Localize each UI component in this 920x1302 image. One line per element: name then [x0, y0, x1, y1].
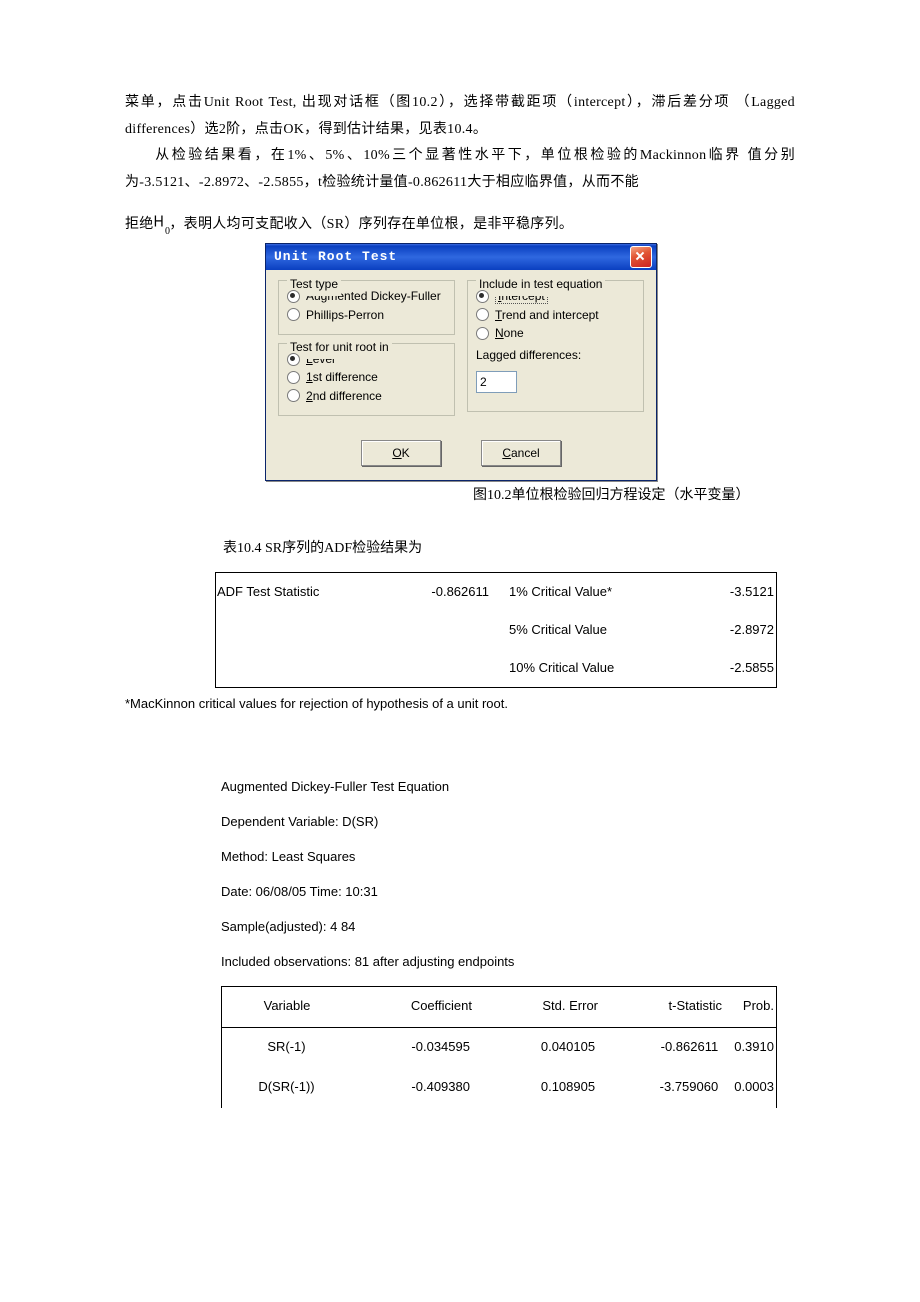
radio-icon	[287, 353, 300, 366]
mackinnon-note: *MacKinnon critical values for rejection…	[125, 692, 795, 717]
adf-stat-value: -0.862611	[377, 580, 509, 605]
hdr-variable: Variable	[222, 994, 352, 1019]
radio-pp-label: Phillips-Perron	[306, 308, 384, 322]
radio-trend-label: Trend and intercept	[495, 308, 599, 322]
cv5-label: 5% Critical Value	[509, 618, 689, 643]
radio-trend[interactable]: Trend and intercept	[476, 308, 635, 322]
radio-none-label: None	[495, 326, 524, 340]
table-row: SR(-1) -0.034595 0.040105 -0.862611 0.39…	[221, 1028, 777, 1068]
test-type-group: Test type Augmented Dickey-Fuller Philli…	[278, 280, 455, 335]
cell-prob: 0.0003	[734, 1075, 776, 1100]
cell-tstat: -0.862611	[611, 1035, 734, 1060]
cell-stderror: 0.040105	[486, 1035, 611, 1060]
table-header-row: Variable Coefficient Std. Error t-Statis…	[221, 986, 777, 1028]
radio-pp[interactable]: Phillips-Perron	[287, 308, 446, 322]
cv10-value: -2.5855	[689, 656, 776, 681]
dialog-buttons: OK Cancel	[266, 430, 656, 480]
info-line: Included observations: 81 after adjustin…	[221, 944, 795, 979]
include-group: Include in test equation Intercept Trend…	[467, 280, 644, 412]
unit-root-test-dialog: Unit Root Test Test type Augmented Dicke…	[265, 243, 657, 481]
radio-icon	[287, 308, 300, 321]
paragraph-2: 从检验结果看，在1%、5%、10%三个显著性水平下，单位根检验的Mackinno…	[125, 143, 795, 196]
cell-blank	[215, 649, 377, 687]
radio-none[interactable]: None	[476, 326, 635, 340]
hdr-tstat: t-Statistic	[614, 994, 738, 1019]
info-line: Augmented Dickey-Fuller Test Equation	[221, 769, 795, 804]
close-icon[interactable]	[630, 246, 652, 268]
table-row: 5% Critical Value -2.8972	[215, 611, 777, 649]
p3-prefix: 拒绝	[125, 217, 154, 232]
cell-coefficient: -0.409380	[351, 1075, 486, 1100]
radio-1st-diff[interactable]: 1st difference	[287, 370, 446, 384]
cv1-value: -3.5121	[689, 580, 776, 605]
ok-button[interactable]: OK	[361, 440, 441, 466]
cell-variable: D(SR(-1))	[222, 1075, 351, 1100]
dialog-title: Unit Root Test	[274, 245, 397, 270]
symbol-h: H	[154, 206, 164, 237]
table-row: D(SR(-1)) -0.409380 0.108905 -3.759060 0…	[221, 1068, 777, 1108]
include-legend: Include in test equation	[476, 273, 605, 296]
coefficient-table: Variable Coefficient Std. Error t-Statis…	[221, 986, 777, 1108]
radio-icon	[287, 389, 300, 402]
symbol-h-sub: 0	[165, 226, 170, 237]
paragraph-3: 拒绝H0，表明人均可支配收入（SR）序列存在单位根，是非平稳序列。	[125, 210, 795, 239]
radio-1st-label: 1st difference	[306, 370, 378, 384]
table-row: ADF Test Statistic -0.862611 1% Critical…	[215, 572, 777, 611]
equation-info: Augmented Dickey-Fuller Test Equation De…	[125, 769, 795, 980]
hdr-stderror: Std. Error	[488, 994, 614, 1019]
dialog-right-column: Include in test equation Intercept Trend…	[467, 280, 644, 424]
dialog-left-column: Test type Augmented Dickey-Fuller Philli…	[278, 280, 455, 424]
test-for-legend: Test for unit root in	[287, 336, 392, 359]
cv1-label: 1% Critical Value*	[509, 580, 689, 605]
adf-stat-table: ADF Test Statistic -0.862611 1% Critical…	[215, 572, 777, 688]
radio-2nd-diff[interactable]: 2nd difference	[287, 389, 446, 403]
adf-stat-label: ADF Test Statistic	[215, 573, 377, 611]
radio-icon	[476, 290, 489, 303]
paragraph-2-text: 从检验结果看，在1%、5%、10%三个显著性水平下，单位根检验的Mackinno…	[125, 148, 795, 190]
info-line: Date: 06/08/05 Time: 10:31	[221, 874, 795, 909]
dialog-titlebar[interactable]: Unit Root Test	[266, 244, 656, 270]
cell-tstat: -3.759060	[611, 1075, 734, 1100]
cell-prob: 0.3910	[734, 1035, 776, 1060]
cell-blank	[215, 611, 377, 649]
document-page: 菜单，点击Unit Root Test, 出现对话框（图10.2），选择带截距项…	[0, 0, 920, 1228]
paragraph-1: 菜单，点击Unit Root Test, 出现对话框（图10.2），选择带截距项…	[125, 90, 795, 143]
dialog-body: Test type Augmented Dickey-Fuller Philli…	[266, 270, 656, 430]
table-caption: 表10.4 SR序列的ADF检验结果为	[125, 536, 795, 563]
p3-suffix: ，表明人均可支配收入（SR）序列存在单位根，是非平稳序列。	[169, 217, 573, 232]
cell-variable: SR(-1)	[222, 1035, 351, 1060]
figure-caption: 图10.2单位根检验回归方程设定（水平变量）	[125, 483, 795, 510]
cv10-label: 10% Critical Value	[509, 656, 689, 681]
hdr-prob: Prob.	[738, 994, 776, 1019]
hdr-coefficient: Coefficient	[352, 994, 488, 1019]
info-line: Method: Least Squares	[221, 839, 795, 874]
cell-stderror: 0.108905	[486, 1075, 611, 1100]
info-line: Dependent Variable: D(SR)	[221, 804, 795, 839]
dialog-container: Unit Root Test Test type Augmented Dicke…	[125, 243, 795, 481]
test-for-group: Test for unit root in Level 1st differen…	[278, 343, 455, 416]
cancel-button[interactable]: Cancel	[481, 440, 561, 466]
radio-2nd-label: 2nd difference	[306, 389, 382, 403]
lagged-label: Lagged differences:	[476, 344, 635, 367]
info-line: Sample(adjusted): 4 84	[221, 909, 795, 944]
cell-coefficient: -0.034595	[351, 1035, 486, 1060]
radio-icon	[476, 308, 489, 321]
lagged-input[interactable]	[476, 371, 517, 393]
radio-icon	[287, 371, 300, 384]
table-row: 10% Critical Value -2.5855	[215, 649, 777, 688]
radio-icon	[287, 290, 300, 303]
radio-icon	[476, 327, 489, 340]
lagged-field: Lagged differences:	[476, 344, 635, 393]
cv5-value: -2.8972	[689, 618, 776, 643]
